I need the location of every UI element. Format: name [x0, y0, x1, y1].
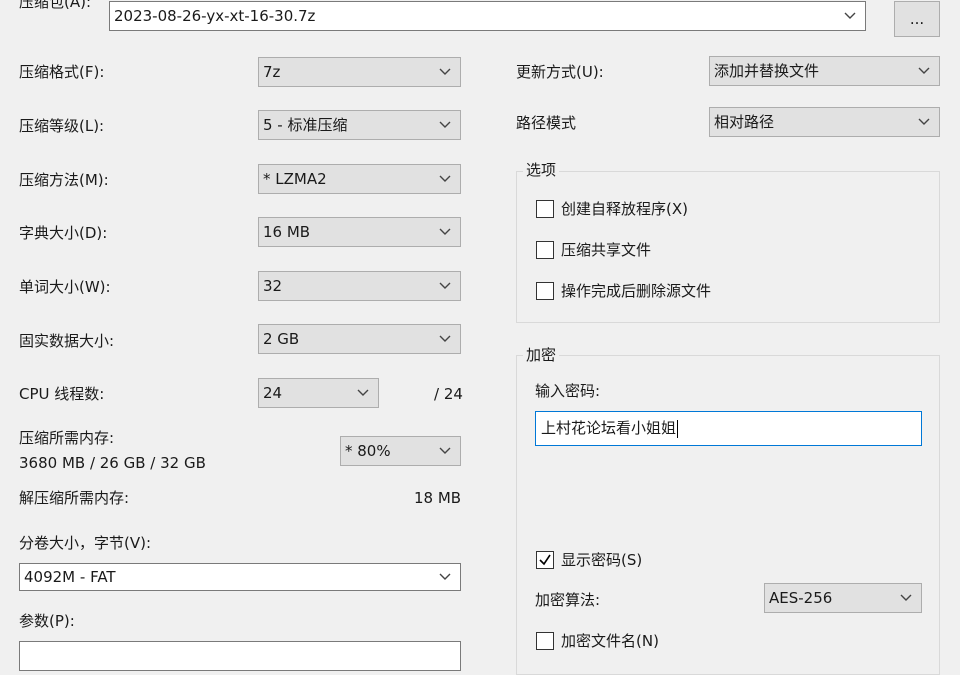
chevron-down-icon	[900, 584, 914, 612]
shared-checkbox[interactable]	[536, 241, 554, 259]
word-value: 32	[263, 277, 283, 295]
solid-value: 2 GB	[263, 330, 300, 348]
shared-label: 压缩共享文件	[561, 241, 652, 259]
text-caret	[677, 419, 679, 438]
memory-detail: 3680 MB / 26 GB / 32 GB	[19, 454, 206, 472]
cpu-max: / 24	[434, 385, 463, 403]
browse-button[interactable]: ...	[894, 1, 940, 37]
cpu-value: 24	[263, 384, 283, 402]
word-combo[interactable]: 32	[258, 271, 461, 301]
enc-method-combo[interactable]: AES-256	[764, 583, 922, 613]
chevron-down-icon	[918, 108, 932, 136]
delete-label: 操作完成后删除源文件	[561, 282, 712, 300]
cpu-label: CPU 线程数:	[19, 385, 105, 403]
dict-combo[interactable]: 16 MB	[258, 217, 461, 247]
archive-path-value: 2023-08-26-yx-xt-16-30.7z	[114, 7, 316, 25]
dict-label: 字典大小(D):	[19, 224, 108, 242]
chevron-down-icon	[439, 564, 453, 590]
path-value: 相对路径	[714, 113, 775, 131]
archive-path-combo[interactable]: 2023-08-26-yx-xt-16-30.7z	[109, 1, 866, 31]
format-combo[interactable]: 7z	[258, 57, 461, 87]
split-label: 分卷大小，字节(V):	[19, 534, 152, 552]
path-label: 路径模式	[516, 114, 577, 132]
level-label: 压缩等级(L):	[19, 117, 105, 135]
show-password-checkbox[interactable]	[536, 551, 554, 569]
format-label: 压缩格式(F):	[19, 63, 105, 81]
enc-method-value: AES-256	[769, 589, 833, 607]
chevron-down-icon	[439, 325, 453, 353]
encryption-title: 加密	[523, 345, 560, 365]
path-combo[interactable]: 相对路径	[709, 107, 940, 137]
sfx-checkbox[interactable]	[536, 200, 554, 218]
method-value: * LZMA2	[263, 170, 327, 188]
split-value: 4092M - FAT	[24, 568, 116, 586]
password-value: 上村花论坛看小姐姐	[541, 419, 677, 437]
cpu-combo[interactable]: 24	[258, 378, 379, 408]
memory-combo[interactable]: * 80%	[340, 436, 461, 466]
solid-combo[interactable]: 2 GB	[258, 324, 461, 354]
params-input[interactable]	[19, 641, 461, 671]
chevron-down-icon	[439, 58, 453, 86]
password-label: 输入密码:	[535, 382, 601, 400]
split-combo[interactable]: 4092M - FAT	[19, 563, 461, 591]
enc-method-label: 加密算法:	[535, 591, 601, 609]
sfx-label: 创建自释放程序(X)	[561, 200, 688, 218]
chevron-down-icon	[439, 437, 453, 465]
delete-checkbox[interactable]	[536, 282, 554, 300]
method-label: 压缩方法(M):	[19, 171, 109, 189]
update-value: 添加并替换文件	[714, 62, 820, 80]
checkmark-icon	[539, 554, 551, 566]
word-label: 单词大小(W):	[19, 278, 111, 296]
solid-label: 固实数据大小:	[19, 332, 115, 350]
encrypt-names-label: 加密文件名(N)	[561, 632, 659, 650]
update-label: 更新方式(U):	[516, 63, 604, 81]
show-password-label: 显示密码(S)	[561, 551, 643, 569]
chevron-down-icon	[844, 2, 858, 30]
encrypt-names-checkbox[interactable]	[536, 632, 554, 650]
dict-value: 16 MB	[263, 223, 311, 241]
params-label: 参数(P):	[19, 612, 75, 630]
decompress-value: 18 MB	[414, 489, 462, 507]
method-combo[interactable]: * LZMA2	[258, 164, 461, 194]
memory-value: * 80%	[345, 442, 391, 460]
decompress-label: 解压缩所需内存:	[19, 489, 130, 507]
level-combo[interactable]: 5 - 标准压缩	[258, 110, 461, 140]
chevron-down-icon	[918, 57, 932, 85]
level-value: 5 - 标准压缩	[263, 116, 348, 134]
archive-label: 压缩包(A):	[19, 0, 92, 11]
chevron-down-icon	[439, 218, 453, 246]
format-value: 7z	[263, 63, 281, 81]
password-input[interactable]: 上村花论坛看小姐姐	[535, 411, 922, 446]
chevron-down-icon	[439, 111, 453, 139]
chevron-down-icon	[439, 272, 453, 300]
chevron-down-icon	[439, 165, 453, 193]
chevron-down-icon	[357, 379, 371, 407]
encryption-group	[516, 355, 940, 675]
options-title: 选项	[523, 160, 560, 180]
memory-label: 压缩所需内存:	[19, 429, 115, 447]
update-combo[interactable]: 添加并替换文件	[709, 56, 940, 86]
